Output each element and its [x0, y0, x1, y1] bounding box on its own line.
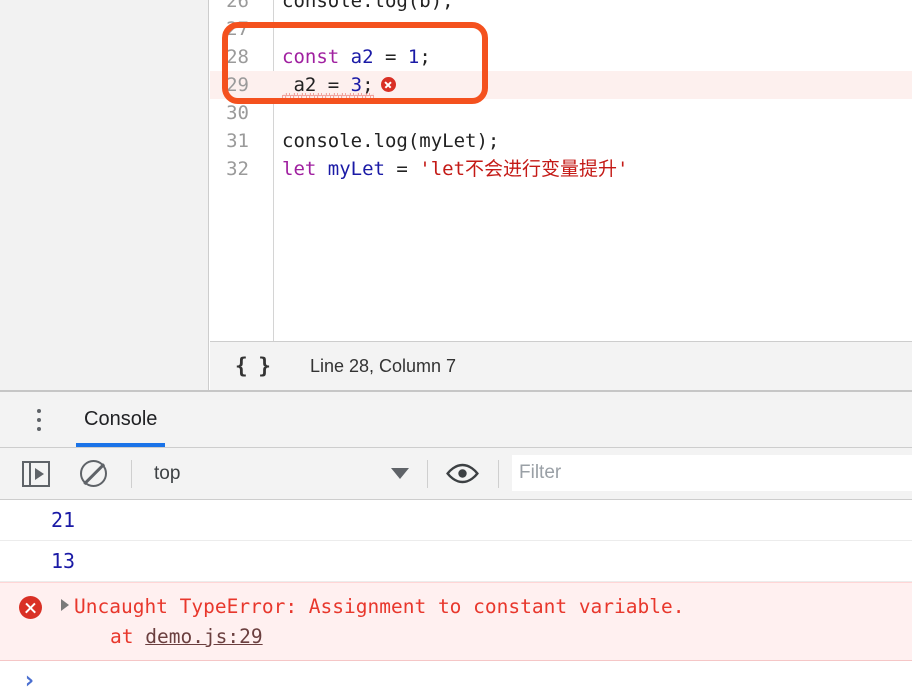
code-line[interactable]: 27	[210, 15, 912, 43]
file-navigator-tree[interactable]	[0, 0, 208, 380]
code-lines: 26 console.log(b); 27 28 const a2 = 1; 2…	[210, 0, 912, 183]
console-message-list: 21 13 Uncaught TypeError: Assignment to …	[0, 500, 912, 698]
drawer-tab-bar: Console	[0, 392, 912, 448]
cursor-position-label: Line 28, Column 7	[310, 356, 456, 377]
filter-input[interactable]: Filter	[512, 455, 912, 491]
kebab-dot	[37, 409, 41, 413]
editor-status-bar: { } Line 28, Column 7	[210, 341, 912, 390]
code-line[interactable]: 31 console.log(myLet);	[210, 127, 912, 155]
code-line[interactable]: 30	[210, 99, 912, 127]
tab-console[interactable]: Console	[76, 392, 165, 447]
console-toolbar: top Filter	[0, 448, 912, 500]
filter-placeholder: Filter	[512, 462, 561, 484]
line-content: const a2 = 1;	[282, 43, 431, 71]
file-navigator-pane[interactable]	[0, 0, 209, 390]
context-selector[interactable]: top	[154, 463, 180, 485]
toolbar-divider	[498, 460, 499, 488]
stack-prefix: at	[110, 625, 145, 648]
line-number: 29	[210, 71, 258, 99]
toolbar-divider	[427, 460, 428, 488]
devtools-window: 26 console.log(b); 27 28 const a2 = 1; 2…	[0, 0, 912, 682]
code-line[interactable]: 32 let myLet = 'let不会进行变量提升'	[210, 155, 912, 183]
prompt-caret-icon: ›	[22, 666, 36, 694]
code-line-error[interactable]: 29 a2 = 3;	[210, 71, 912, 99]
line-number: 30	[210, 99, 258, 127]
line-content: let myLet = 'let不会进行变量提升'	[282, 155, 629, 183]
pretty-print-icon[interactable]: { }	[235, 354, 270, 378]
token-identifier: myLet	[316, 158, 396, 180]
clear-console-icon[interactable]	[80, 460, 107, 487]
token-punct: ;	[419, 46, 430, 68]
token-identifier: a2	[339, 46, 385, 68]
tab-console-label: Console	[84, 408, 157, 431]
line-number: 32	[210, 155, 258, 183]
line-content: console.log(myLet);	[282, 127, 499, 155]
code-line[interactable]: 28 const a2 = 1;	[210, 43, 912, 71]
token-operator: =	[385, 46, 408, 68]
line-number: 27	[210, 15, 258, 43]
kebab-dot	[37, 427, 41, 431]
chevron-down-icon[interactable]	[391, 468, 409, 479]
token-operator: =	[396, 158, 419, 180]
console-message-value: 13	[0, 549, 75, 573]
console-message-row[interactable]: 13	[0, 541, 912, 582]
line-number: 31	[210, 127, 258, 155]
more-vertical-icon[interactable]	[28, 409, 50, 431]
console-prompt-row[interactable]: ›	[0, 661, 912, 698]
console-message-row[interactable]: 21	[0, 500, 912, 541]
line-number: 28	[210, 43, 258, 71]
console-message-value: 21	[0, 508, 75, 532]
console-drawer: Console top Filter	[0, 390, 912, 682]
console-error-row[interactable]: Uncaught TypeError: Assignment to consta…	[0, 582, 912, 661]
token-keyword: let	[282, 158, 316, 180]
sources-panel: 26 console.log(b); 27 28 const a2 = 1; 2…	[0, 0, 912, 390]
error-circle-icon	[19, 596, 42, 619]
code-editor[interactable]: 26 console.log(b); 27 28 const a2 = 1; 2…	[210, 0, 912, 341]
context-selector-label: top	[154, 463, 180, 484]
token-string: 'let不会进行变量提升'	[419, 158, 628, 180]
toolbar-divider	[131, 460, 132, 488]
kebab-dot	[37, 418, 41, 422]
token-keyword: const	[282, 46, 339, 68]
code-line[interactable]: 26 console.log(b);	[210, 0, 912, 15]
line-content: a2 = 3;	[282, 71, 396, 99]
inline-error-badge-icon[interactable]	[381, 77, 396, 92]
token-number: 1	[408, 46, 419, 68]
live-expression-eye-icon[interactable]	[446, 463, 479, 484]
source-link[interactable]: demo.js:29	[145, 625, 262, 648]
line-number: 26	[210, 0, 258, 15]
line-content: console.log(b);	[282, 0, 454, 15]
console-error-message: Uncaught TypeError: Assignment to consta…	[0, 592, 912, 622]
triangle-right-icon[interactable]	[61, 599, 69, 611]
error-squiggle	[282, 93, 374, 98]
console-error-stack: at demo.js:29	[0, 622, 912, 652]
console-sidebar-icon[interactable]	[22, 461, 50, 487]
